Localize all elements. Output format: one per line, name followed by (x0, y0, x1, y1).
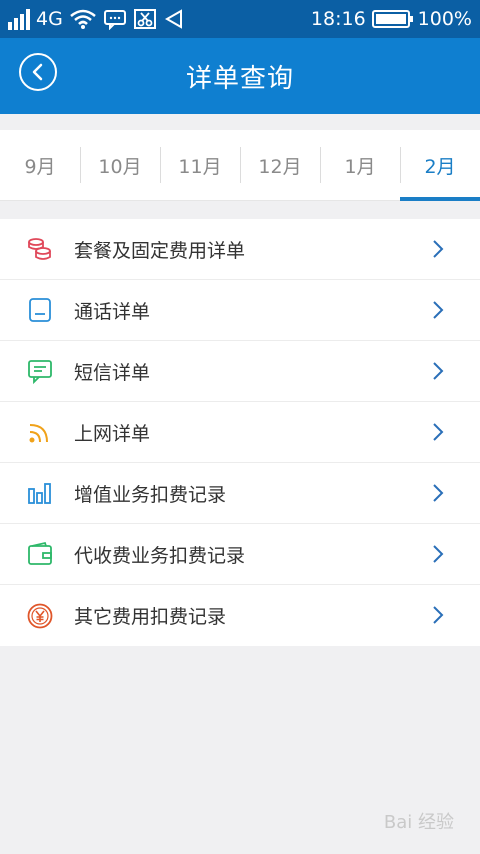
chevron-right-icon (433, 606, 444, 624)
menu-item-package-fees[interactable]: 套餐及固定费用详单 (0, 219, 480, 280)
battery-level: 100% (417, 8, 472, 30)
battery-icon (371, 10, 413, 28)
chevron-right-icon (433, 545, 444, 563)
back-button[interactable] (19, 53, 57, 91)
navigation-icon (164, 9, 182, 29)
tab-month-10[interactable]: 10月 (80, 130, 160, 200)
menu-item-sms-details[interactable]: 短信详单 (0, 341, 480, 402)
chevron-right-icon (433, 484, 444, 502)
watermark: Bai 经验 (383, 812, 454, 833)
menu-item-value-added-charges[interactable]: 增值业务扣费记录 (0, 463, 480, 524)
clock: 18:16 (310, 8, 366, 30)
signal-icon (8, 8, 30, 30)
menu-item-label: 短信详单 (74, 361, 151, 384)
coins-icon (26, 235, 54, 263)
tab-month-9[interactable]: 9月 (0, 130, 80, 200)
menu-item-label: 上网详单 (74, 422, 151, 445)
chevron-right-icon (433, 423, 444, 441)
wallet-icon (26, 540, 54, 568)
menu-item-label: 套餐及固定费用详单 (74, 239, 246, 262)
chevron-right-icon (433, 362, 444, 380)
phone-card-icon (26, 296, 54, 324)
menu-item-label: 增值业务扣费记录 (74, 483, 227, 506)
menu-item-label: 其它费用扣费记录 (74, 606, 227, 628)
page-title: 详单查询 (185, 63, 294, 94)
chevron-right-icon (433, 240, 444, 258)
menu-item-collection-charges[interactable]: 代收费业务扣费记录 (0, 524, 480, 585)
menu-item-label: 通话详单 (74, 300, 151, 323)
yuan-icon (26, 602, 54, 630)
menu-item-call-details[interactable]: 通话详单 (0, 280, 480, 341)
chevron-right-icon (433, 301, 444, 319)
rss-icon (26, 418, 54, 446)
app-bar: 详单查询 (0, 38, 480, 114)
tab-month-2[interactable]: 2月 (400, 130, 480, 201)
menu-item-label: 代收费业务扣费记录 (74, 544, 246, 567)
wifi-icon (70, 9, 96, 29)
chevron-left-icon (32, 63, 43, 81)
status-bar: 4G 18:16 100% (0, 0, 480, 38)
scissors-icon (133, 9, 156, 29)
message-notification-icon (103, 10, 126, 30)
network-type: 4G (36, 8, 63, 30)
detail-menu-list: 套餐及固定费用详单 通话详单 短信详单 上网详单 增值业务扣费记录 代收费业务扣… (0, 219, 480, 646)
tab-month-1[interactable]: 1月 (320, 130, 400, 200)
tab-month-12[interactable]: 12月 (240, 130, 320, 200)
month-tabs: 9月 10月 11月 12月 1月 2月 (0, 130, 480, 201)
message-icon (26, 357, 54, 385)
tab-month-11[interactable]: 11月 (160, 130, 240, 200)
menu-item-other-charges[interactable]: 其它费用扣费记录 (0, 585, 480, 646)
menu-item-data-details[interactable]: 上网详单 (0, 402, 480, 463)
bar-chart-icon (26, 479, 54, 507)
